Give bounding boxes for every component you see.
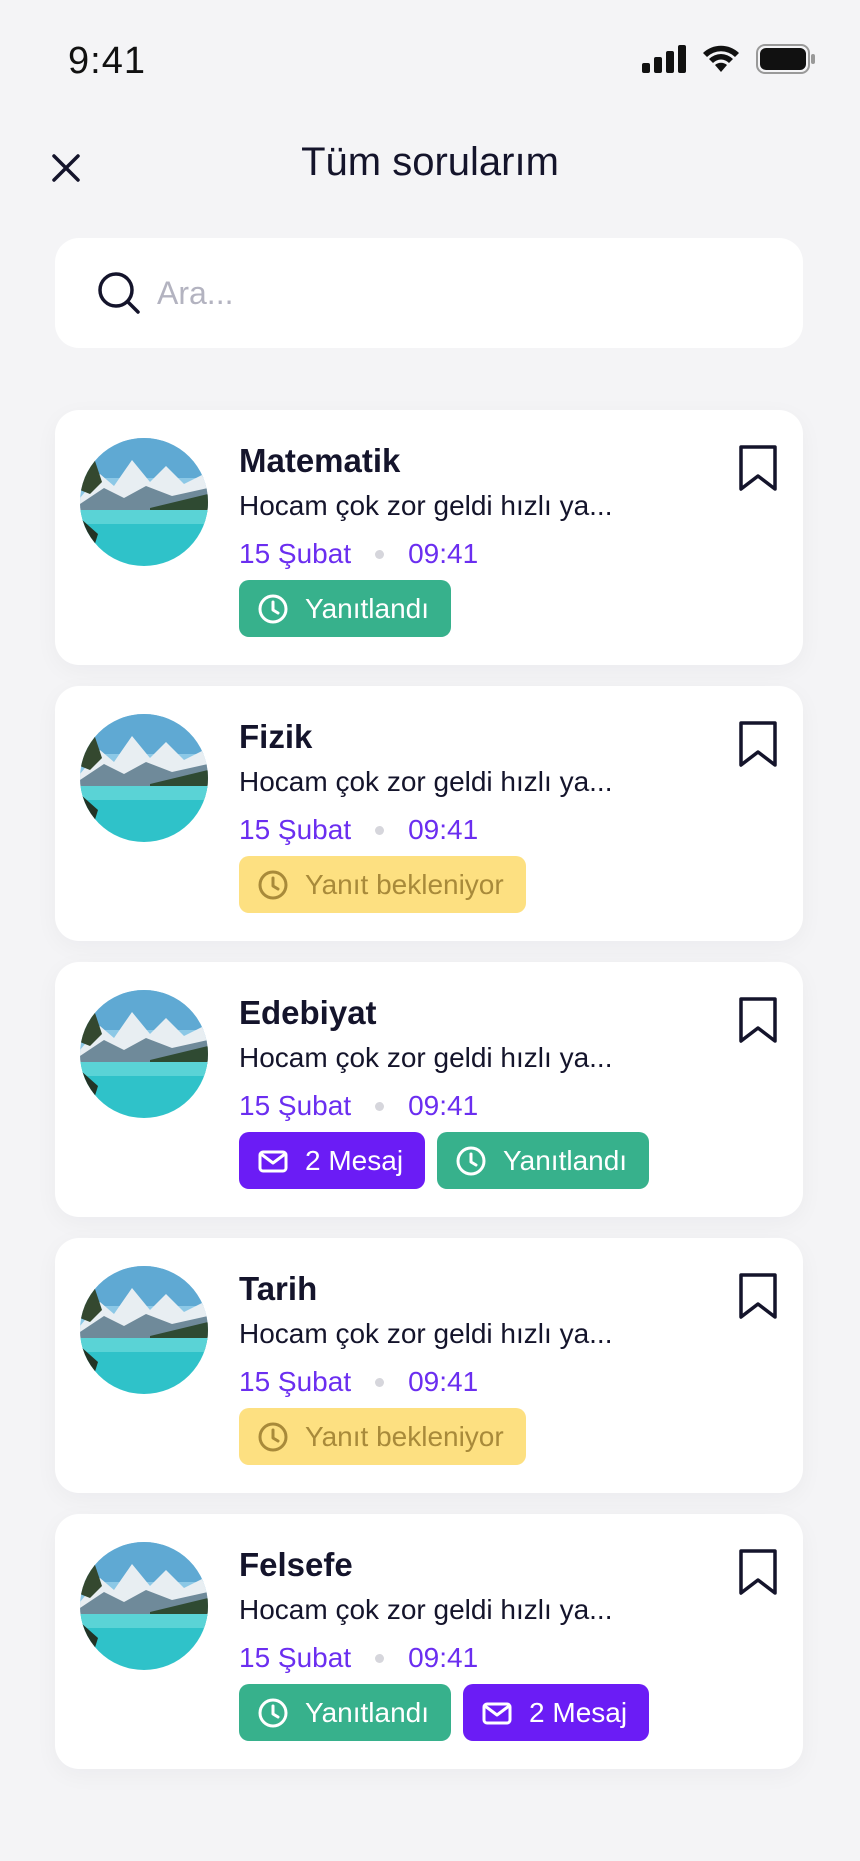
status-time: 9:41	[68, 40, 146, 82]
battery-icon	[756, 44, 816, 74]
separator-dot	[375, 1653, 385, 1663]
avatar	[80, 1266, 208, 1394]
bookmark-button[interactable]	[737, 444, 779, 492]
question-date: 15 Şubat	[239, 814, 352, 845]
question-card[interactable]: Tarih Hocam çok zor geldi hızlı ya... 15…	[55, 1238, 803, 1493]
bookmark-icon	[739, 721, 777, 767]
search-box[interactable]	[55, 238, 803, 348]
clock-icon	[455, 1145, 487, 1177]
mail-icon	[481, 1697, 513, 1729]
question-card[interactable]: Edebiyat Hocam çok zor geldi hızlı ya...…	[55, 962, 803, 1217]
bookmark-icon	[739, 445, 777, 491]
question-preview: Hocam çok zor geldi hızlı ya...	[239, 490, 613, 521]
question-preview: Hocam çok zor geldi hızlı ya...	[239, 1042, 613, 1073]
bookmark-button[interactable]	[737, 1548, 779, 1596]
status-badges: 2 Mesaj Yanıtlandı	[239, 1132, 650, 1189]
question-subject: Edebiyat	[239, 994, 377, 1031]
badge-label: Yanıt bekleniyor	[305, 1420, 504, 1452]
bookmark-icon	[739, 1273, 777, 1319]
avatar	[80, 990, 208, 1118]
question-preview: Hocam çok zor geldi hızlı ya...	[239, 766, 613, 797]
answered-badge: Yanıtlandı	[239, 1684, 452, 1741]
search-input[interactable]	[157, 274, 757, 312]
answered-badge: Yanıtlandı	[239, 580, 452, 637]
question-card[interactable]: Fizik Hocam çok zor geldi hızlı ya... 15…	[55, 686, 803, 941]
messages-badge[interactable]: 2 Mesaj	[463, 1684, 650, 1741]
status-badges: Yanıtlandı 2 Mesaj	[239, 1684, 650, 1741]
question-time: 09:41	[408, 1642, 479, 1673]
answered-badge: Yanıtlandı	[437, 1132, 650, 1189]
messages-badge[interactable]: 2 Mesaj	[239, 1132, 426, 1189]
clock-icon	[257, 593, 289, 625]
question-meta: 15 Şubat 09:41	[239, 1090, 478, 1122]
status-icons	[642, 44, 816, 74]
bookmark-button[interactable]	[737, 720, 779, 768]
header: Tüm sorularım	[0, 120, 860, 210]
question-subject: Tarih	[239, 1270, 318, 1307]
question-subject: Felsefe	[239, 1546, 353, 1583]
status-badges: Yanıtlandı	[239, 580, 452, 637]
question-time: 09:41	[408, 538, 479, 569]
question-date: 15 Şubat	[239, 1090, 352, 1121]
avatar	[80, 714, 208, 842]
question-subject: Fizik	[239, 718, 313, 755]
bookmark-button[interactable]	[737, 996, 779, 1044]
page-title: Tüm sorularım	[301, 140, 559, 184]
question-card[interactable]: Matematik Hocam çok zor geldi hızlı ya..…	[55, 410, 803, 665]
badge-label: Yanıtlandı	[305, 592, 430, 624]
bookmark-icon	[739, 1549, 777, 1595]
badge-label: 2 Mesaj	[529, 1696, 628, 1728]
mail-icon	[257, 1145, 289, 1177]
question-preview: Hocam çok zor geldi hızlı ya...	[239, 1594, 613, 1625]
waiting-badge: Yanıt bekleniyor	[239, 1408, 526, 1465]
separator-dot	[375, 1377, 385, 1387]
question-preview: Hocam çok zor geldi hızlı ya...	[239, 1318, 613, 1349]
separator-dot	[375, 549, 385, 559]
badge-label: Yanıtlandı	[503, 1144, 628, 1176]
separator-dot	[375, 825, 385, 835]
wifi-icon	[702, 45, 740, 73]
question-time: 09:41	[408, 1366, 479, 1397]
status-badges: Yanıt bekleniyor	[239, 856, 526, 913]
badge-label: Yanıtlandı	[305, 1696, 430, 1728]
search-icon	[95, 269, 143, 317]
clock-icon	[257, 869, 289, 901]
question-date: 15 Şubat	[239, 1642, 352, 1673]
question-date: 15 Şubat	[239, 1366, 352, 1397]
question-meta: 15 Şubat 09:41	[239, 538, 478, 570]
question-meta: 15 Şubat 09:41	[239, 1642, 478, 1674]
clock-icon	[257, 1697, 289, 1729]
question-meta: 15 Şubat 09:41	[239, 1366, 478, 1398]
status-badges: Yanıt bekleniyor	[239, 1408, 526, 1465]
waiting-badge: Yanıt bekleniyor	[239, 856, 526, 913]
question-date: 15 Şubat	[239, 538, 352, 569]
question-time: 09:41	[408, 814, 479, 845]
question-subject: Matematik	[239, 442, 401, 479]
avatar	[80, 1542, 208, 1670]
bookmark-icon	[739, 997, 777, 1043]
separator-dot	[375, 1101, 385, 1111]
clock-icon	[257, 1421, 289, 1453]
badge-label: Yanıt bekleniyor	[305, 868, 504, 900]
badge-label: 2 Mesaj	[305, 1144, 404, 1176]
question-time: 09:41	[408, 1090, 479, 1121]
question-meta: 15 Şubat 09:41	[239, 814, 478, 846]
avatar	[80, 438, 208, 566]
bookmark-button[interactable]	[737, 1272, 779, 1320]
status-bar: 9:41	[0, 0, 860, 110]
question-card[interactable]: Felsefe Hocam çok zor geldi hızlı ya... …	[55, 1514, 803, 1769]
question-list: Matematik Hocam çok zor geldi hızlı ya..…	[55, 410, 803, 1790]
signal-icon	[642, 45, 686, 73]
